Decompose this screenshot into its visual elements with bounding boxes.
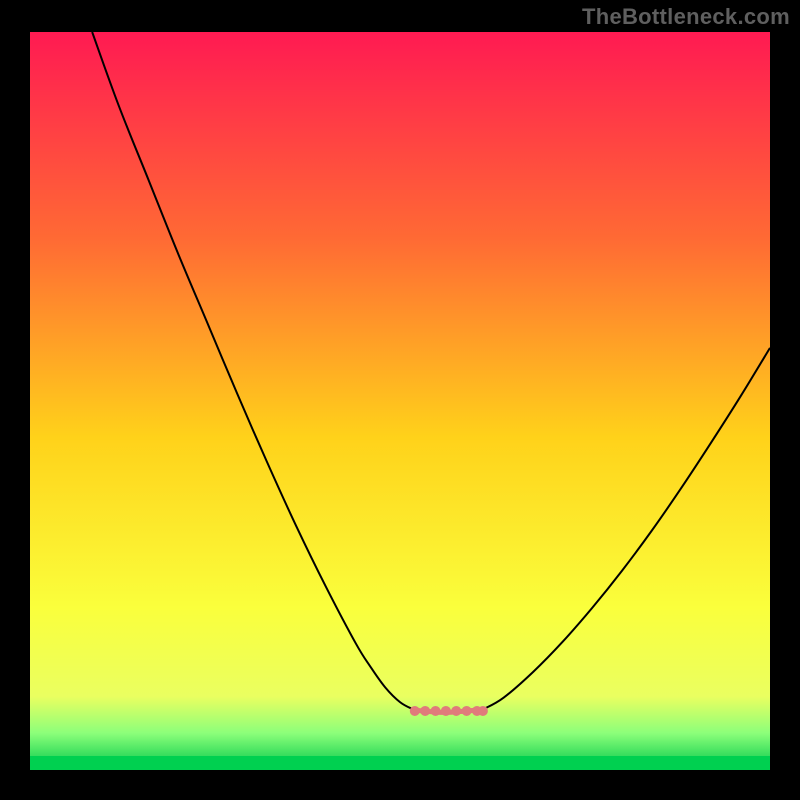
watermark-text: TheBottleneck.com — [582, 4, 790, 30]
plot-area — [30, 32, 770, 770]
floor-marker-dot — [451, 706, 461, 716]
floor-marker-dot — [420, 706, 430, 716]
floor-marker-dot — [462, 706, 472, 716]
floor-marker-dot — [431, 706, 441, 716]
floor-marker-dot — [478, 706, 488, 716]
chart-container: TheBottleneck.com — [0, 0, 800, 800]
baseline-strip — [30, 756, 770, 770]
floor-marker-dot — [441, 706, 451, 716]
chart-svg — [0, 0, 800, 800]
floor-marker-dot — [410, 706, 420, 716]
